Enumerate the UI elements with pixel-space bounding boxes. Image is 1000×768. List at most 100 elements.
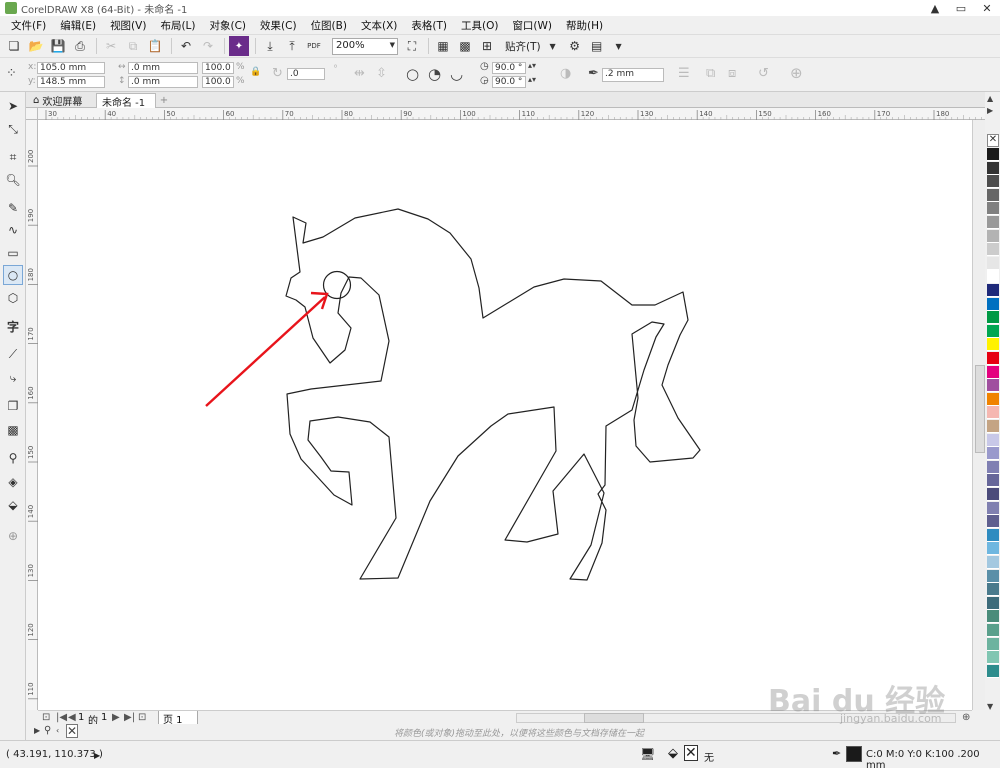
wrap-text-icon[interactable]: ☰ — [678, 66, 690, 81]
chevron-down-icon[interactable]: ▼ — [609, 36, 629, 56]
app-launcher-icon[interactable]: ▤ — [587, 36, 607, 56]
cut-icon[interactable]: ✂ — [101, 36, 121, 56]
convert-to-curves-icon[interactable]: ⧉ — [706, 66, 715, 81]
paste-icon[interactable]: 📋 — [145, 36, 165, 56]
redo-icon[interactable]: ↷ — [198, 36, 218, 56]
color-swatch[interactable] — [987, 447, 999, 461]
palette-more-icon[interactable]: ▶ — [987, 106, 993, 115]
rulers-icon[interactable]: ▦ — [433, 36, 453, 56]
no-color-swatch[interactable]: ✕ — [987, 134, 999, 147]
menu-edit[interactable]: 编辑(E) — [53, 18, 103, 33]
zoom-to-page-icon[interactable]: ⊕ — [962, 712, 970, 723]
maximize-icon[interactable]: ▭ — [948, 0, 974, 16]
vertical-ruler[interactable]: 200 190 180 170 160 150 140 130 120 110 — [26, 120, 38, 710]
color-swatch[interactable] — [987, 651, 999, 665]
import-icon[interactable]: ⤓ — [260, 36, 280, 56]
page-prev-icon[interactable]: ◀ — [68, 712, 76, 723]
palette-scroll-left-icon[interactable]: ‹ — [56, 726, 59, 735]
combine-icon[interactable]: ⧈ — [728, 66, 736, 81]
new-document-icon[interactable]: ❏ — [4, 36, 24, 56]
palette-up-arrow-icon[interactable]: ▲ — [987, 94, 993, 103]
document-color-settings-icon[interactable]: 🖥 — [640, 747, 655, 761]
color-swatch[interactable] — [987, 583, 999, 597]
eyedropper-icon[interactable]: ⚲ — [3, 448, 23, 468]
color-swatch[interactable] — [987, 515, 999, 529]
page-next-icon[interactable]: ▶ — [112, 712, 120, 723]
color-swatch[interactable] — [987, 229, 999, 243]
outline-width-select[interactable]: .2 mm — [602, 68, 664, 82]
color-swatch[interactable] — [987, 474, 999, 488]
page-first-icon[interactable]: ⊡ — [42, 712, 50, 723]
vertical-scrollbar[interactable] — [972, 120, 985, 710]
menu-effects[interactable]: 效果(C) — [253, 18, 304, 33]
menu-file[interactable]: 文件(F) — [4, 18, 53, 33]
no-fill-swatch-icon[interactable]: ✕ — [684, 745, 698, 761]
end-angle-field[interactable]: 90.0 ° — [492, 76, 526, 88]
color-swatch[interactable] — [987, 664, 999, 678]
connector-tool-icon[interactable]: ⤷ — [3, 368, 23, 388]
color-swatch[interactable] — [987, 148, 999, 161]
color-swatch[interactable] — [987, 433, 999, 447]
color-swatch[interactable] — [987, 610, 999, 624]
minimize-icon[interactable]: ▲ — [922, 0, 948, 16]
spin-arrows-icon[interactable]: ▴▾ — [528, 61, 536, 70]
zoom-level-select[interactable]: 200% — [332, 37, 398, 55]
rectangle-tool-icon[interactable]: ▭ — [3, 243, 23, 263]
menu-tools[interactable]: 工具(O) — [454, 18, 505, 33]
shape-tool-icon[interactable]: ⤡ — [3, 119, 23, 139]
add-tab-icon[interactable]: + — [157, 93, 171, 108]
crop-tool-icon[interactable]: ⌗ — [3, 147, 23, 167]
color-swatch[interactable] — [987, 379, 999, 393]
chevron-down-icon[interactable]: ▼ — [543, 36, 563, 56]
page-prev-first-icon[interactable]: |◀ — [56, 712, 67, 723]
horizontal-ruler[interactable]: 30 40 50 60 70 80 90 100 110 120 130 140 150 160 170 18… — [38, 108, 988, 120]
open-icon[interactable]: 📂 — [26, 36, 46, 56]
parallel-dimension-icon[interactable]: ⟋ — [3, 344, 23, 364]
color-swatch[interactable] — [987, 596, 999, 610]
freehand-tool-icon[interactable]: ✎ — [3, 198, 23, 218]
tab-welcome-screen[interactable]: ⌂ 欢迎屏幕 — [28, 93, 94, 108]
color-swatch[interactable] — [987, 420, 999, 433]
drawing-canvas[interactable] — [38, 120, 972, 710]
pie-mode-icon[interactable]: ◔ — [428, 65, 441, 83]
menu-help[interactable]: 帮助(H) — [559, 18, 610, 33]
transparency-tool-icon[interactable]: ▩ — [3, 420, 23, 440]
object-origin-icon[interactable]: ⁘ — [6, 66, 17, 81]
palette-down-arrow-icon[interactable]: ▼ — [987, 702, 993, 711]
grid-icon[interactable]: ▩ — [455, 36, 475, 56]
interactive-fill-icon[interactable]: ◈ — [3, 472, 23, 492]
artistic-media-icon[interactable]: ∿ — [3, 220, 23, 240]
color-swatch[interactable] — [987, 243, 999, 257]
menu-window[interactable]: 窗口(W) — [505, 18, 559, 33]
menu-table[interactable]: 表格(T) — [404, 18, 454, 33]
options-gear-icon[interactable]: ⚙ — [565, 36, 585, 56]
color-swatch[interactable] — [987, 297, 999, 311]
x-position-field[interactable]: 105.0 mm — [37, 62, 105, 74]
color-swatch[interactable] — [987, 460, 999, 474]
horse-outline[interactable] — [285, 208, 701, 581]
color-swatch[interactable] — [987, 175, 999, 189]
save-icon[interactable]: 💾 — [48, 36, 68, 56]
color-swatch[interactable] — [987, 311, 999, 325]
publish-pdf-icon[interactable]: PDF — [304, 36, 324, 56]
page-add-icon[interactable]: ⊡ — [138, 712, 146, 723]
polygon-tool-icon[interactable]: ⬡ — [3, 288, 23, 308]
menu-text[interactable]: 文本(X) — [354, 18, 404, 33]
tab-document[interactable]: 未命名 -1 — [96, 93, 156, 109]
lock-ratio-icon[interactable]: 🔒 — [250, 67, 261, 77]
height-field[interactable]: .0 mm — [128, 76, 198, 88]
color-swatch[interactable] — [987, 202, 999, 216]
snap-to-menu[interactable]: 贴齐(T) — [505, 39, 541, 54]
menu-object[interactable]: 对象(C) — [203, 18, 254, 33]
color-swatch[interactable] — [987, 188, 999, 202]
color-swatch[interactable] — [987, 338, 999, 352]
color-swatch[interactable] — [987, 352, 999, 365]
color-swatch[interactable] — [987, 161, 999, 175]
zoom-tool-icon[interactable]: 🔍︎ — [3, 170, 23, 190]
color-swatch[interactable] — [987, 624, 999, 637]
close-icon[interactable]: ✕ — [974, 0, 1000, 16]
ellipse-mode-icon[interactable]: ○ — [406, 65, 419, 83]
spin-arrows-icon[interactable]: ▴▾ — [528, 75, 536, 84]
guidelines-icon[interactable]: ⊞ — [477, 36, 497, 56]
color-swatch[interactable] — [987, 406, 999, 420]
